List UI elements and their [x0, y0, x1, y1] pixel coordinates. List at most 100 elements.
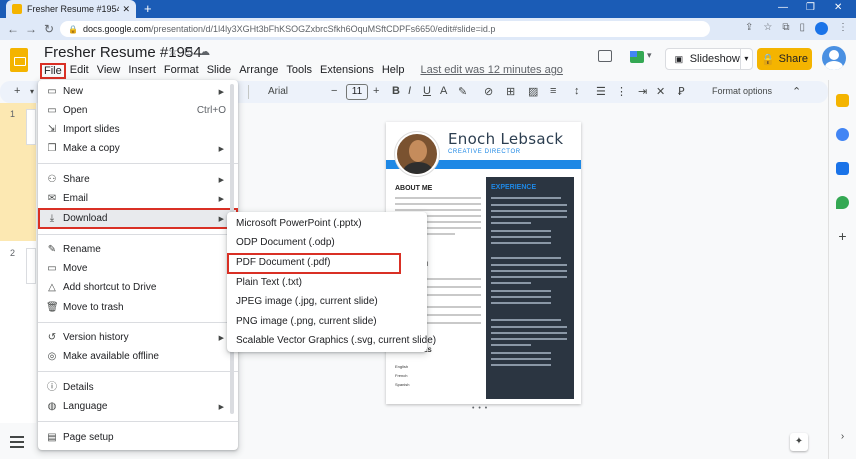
input-tools-icon[interactable]: Ꝑ	[678, 85, 685, 98]
indent-icon[interactable]: ⇥	[638, 85, 647, 98]
slideshow-button[interactable]: ▣ Slideshow ▾	[665, 48, 753, 70]
contacts-icon[interactable]	[836, 162, 849, 175]
file-menu-offline[interactable]: ◎ Make available offline	[38, 347, 238, 366]
decrease-font-size-icon[interactable]: −	[331, 85, 337, 97]
font-size-input[interactable]: 11	[346, 84, 368, 100]
last-edit-link[interactable]: Last edit was 12 minutes ago	[416, 63, 566, 79]
menu-view[interactable]: View	[93, 63, 125, 79]
file-menu-new[interactable]: ▭ New ▶	[38, 82, 238, 101]
maps-icon[interactable]	[836, 196, 849, 209]
align-icon[interactable]: ≡	[550, 85, 556, 97]
file-menu-page-setup[interactable]: ▤ Page setup	[38, 428, 238, 447]
file-menu-make-copy[interactable]: ❐ Make a copy ▶	[38, 139, 238, 158]
expand-panel-icon[interactable]: ›	[836, 430, 849, 443]
back-icon[interactable]: ←	[4, 22, 22, 36]
download-svg[interactable]: Scalable Vector Graphics (.svg, current …	[227, 331, 436, 350]
new-slide-icon[interactable]: +	[14, 85, 20, 97]
menu-item-label: Move	[63, 263, 88, 274]
new-slide-dropdown-icon[interactable]: ▾	[30, 87, 34, 96]
extensions-icon[interactable]: ⧉	[782, 22, 789, 35]
font-family-select[interactable]: Arial	[260, 84, 332, 100]
increase-font-size-icon[interactable]: +	[373, 85, 379, 97]
menu-arrange[interactable]: Arrange	[235, 63, 282, 79]
file-menu-add-shortcut[interactable]: △ Add shortcut to Drive	[38, 278, 238, 297]
insert-image-icon[interactable]: ▨	[528, 85, 538, 98]
download-pdf[interactable]: PDF Document (.pdf)	[227, 253, 401, 274]
clear-formatting-icon[interactable]: ✕	[656, 85, 665, 98]
meet-caret-icon: ▾	[647, 50, 652, 60]
keep-icon[interactable]	[836, 94, 849, 107]
resize-handle-icon[interactable]: • • •	[472, 405, 488, 412]
menu-slide[interactable]: Slide	[203, 63, 235, 79]
download-jpeg[interactable]: JPEG image (.jpg, current slide)	[227, 292, 427, 311]
download-png[interactable]: PNG image (.png, current slide)	[227, 312, 427, 331]
highlight-icon[interactable]: ✎	[458, 85, 467, 98]
text-color-icon[interactable]: A	[440, 85, 447, 97]
insert-link-icon[interactable]: ⊘	[484, 85, 493, 98]
download-odp[interactable]: ODP Document (.odp)	[227, 233, 427, 252]
share-button[interactable]: 🔒 Share	[757, 48, 812, 70]
maximize-icon[interactable]: ❐	[806, 2, 815, 13]
comments-icon[interactable]	[598, 50, 612, 62]
download-pptx[interactable]: Microsoft PowerPoint (.pptx)	[227, 214, 427, 233]
file-menu-details[interactable]: ⓘ Details	[38, 378, 238, 397]
underline-icon[interactable]: U	[423, 85, 431, 97]
side-panel: + ›	[828, 80, 856, 459]
download-txt[interactable]: Plain Text (.txt)	[227, 273, 427, 292]
email-icon: ✉	[47, 192, 57, 204]
url-input[interactable]: 🔒 docs.google.com /presentation/d/1l4ly3…	[60, 21, 710, 37]
explore-icon[interactable]: ✦	[790, 433, 808, 451]
forward-icon[interactable]: →	[22, 22, 40, 36]
new-tab-icon[interactable]: +	[144, 1, 152, 16]
close-tab-icon[interactable]: ✕	[122, 4, 130, 15]
close-window-icon[interactable]: ✕	[834, 2, 842, 13]
file-menu-import-slides[interactable]: ⇲ Import slides	[38, 120, 238, 139]
add-comment-icon[interactable]: ⊞	[506, 85, 515, 98]
line-spacing-icon[interactable]: ↕	[574, 85, 580, 97]
browser-menu-icon[interactable]: ⋮	[838, 22, 848, 35]
file-menu-version-history[interactable]: ↺ Version history ▶	[38, 328, 238, 347]
minimize-icon[interactable]: —	[778, 2, 788, 13]
cloud-status-icon[interactable]: ☁	[199, 45, 210, 58]
checklist-icon[interactable]: ☰	[596, 85, 606, 98]
add-addon-icon[interactable]: +	[836, 229, 849, 243]
browser-tab[interactable]: Fresher Resume #1954 - Googl ✕	[6, 0, 136, 18]
slideshow-dropdown-icon[interactable]: ▾	[739, 49, 752, 69]
menu-item-label: Move to trash	[63, 302, 124, 313]
tasks-icon[interactable]	[836, 128, 849, 141]
meet-button[interactable]: ▾	[630, 48, 656, 68]
bookmark-star-icon[interactable]: ☆	[763, 22, 772, 35]
submenu-arrow-icon: ▶	[218, 176, 224, 184]
menu-edit[interactable]: Edit	[66, 63, 93, 79]
format-options-button[interactable]: Format options	[712, 86, 772, 96]
slide-thumbnail[interactable]	[26, 109, 36, 145]
file-menu-download[interactable]: ⤓ Download ▶	[38, 208, 238, 229]
account-avatar[interactable]	[822, 46, 846, 70]
menu-help[interactable]: Help	[378, 63, 409, 79]
move-folder-icon[interactable]: ⊡	[184, 45, 193, 58]
file-menu-email[interactable]: ✉ Email ▶	[38, 189, 238, 208]
menu-format[interactable]: Format	[160, 63, 203, 79]
menu-extensions[interactable]: Extensions	[316, 63, 378, 79]
star-icon[interactable]: ☆	[168, 45, 178, 58]
browser-profile-avatar[interactable]	[815, 22, 828, 35]
menu-file[interactable]: File	[40, 63, 66, 79]
file-menu-trash[interactable]: 🗑 Move to trash	[38, 298, 238, 317]
grid-view-icon[interactable]	[10, 436, 24, 448]
bold-icon[interactable]: B	[392, 85, 400, 97]
sidebar-icon[interactable]: ▯	[799, 22, 805, 35]
file-menu-move[interactable]: ▭ Move	[38, 259, 238, 278]
file-menu-share[interactable]: ⚇ Share ▶	[38, 170, 238, 189]
numbered-list-icon[interactable]: ⋮	[616, 85, 627, 98]
italic-icon[interactable]: I	[408, 85, 411, 97]
menu-insert[interactable]: Insert	[124, 63, 160, 79]
share-page-icon[interactable]: ⇪	[745, 22, 753, 35]
file-menu-open[interactable]: ▭ Open Ctrl+O	[38, 101, 238, 120]
file-menu-rename[interactable]: ✎ Rename	[38, 240, 238, 259]
slide-thumbnail[interactable]	[26, 248, 36, 284]
collapse-toolbar-icon[interactable]: ⌃	[792, 85, 801, 98]
file-menu-language[interactable]: ◍ Language ▶	[38, 397, 238, 416]
slides-logo-icon[interactable]	[10, 48, 28, 72]
menu-tools[interactable]: Tools	[282, 63, 316, 79]
reload-icon[interactable]: ↻	[40, 22, 58, 36]
